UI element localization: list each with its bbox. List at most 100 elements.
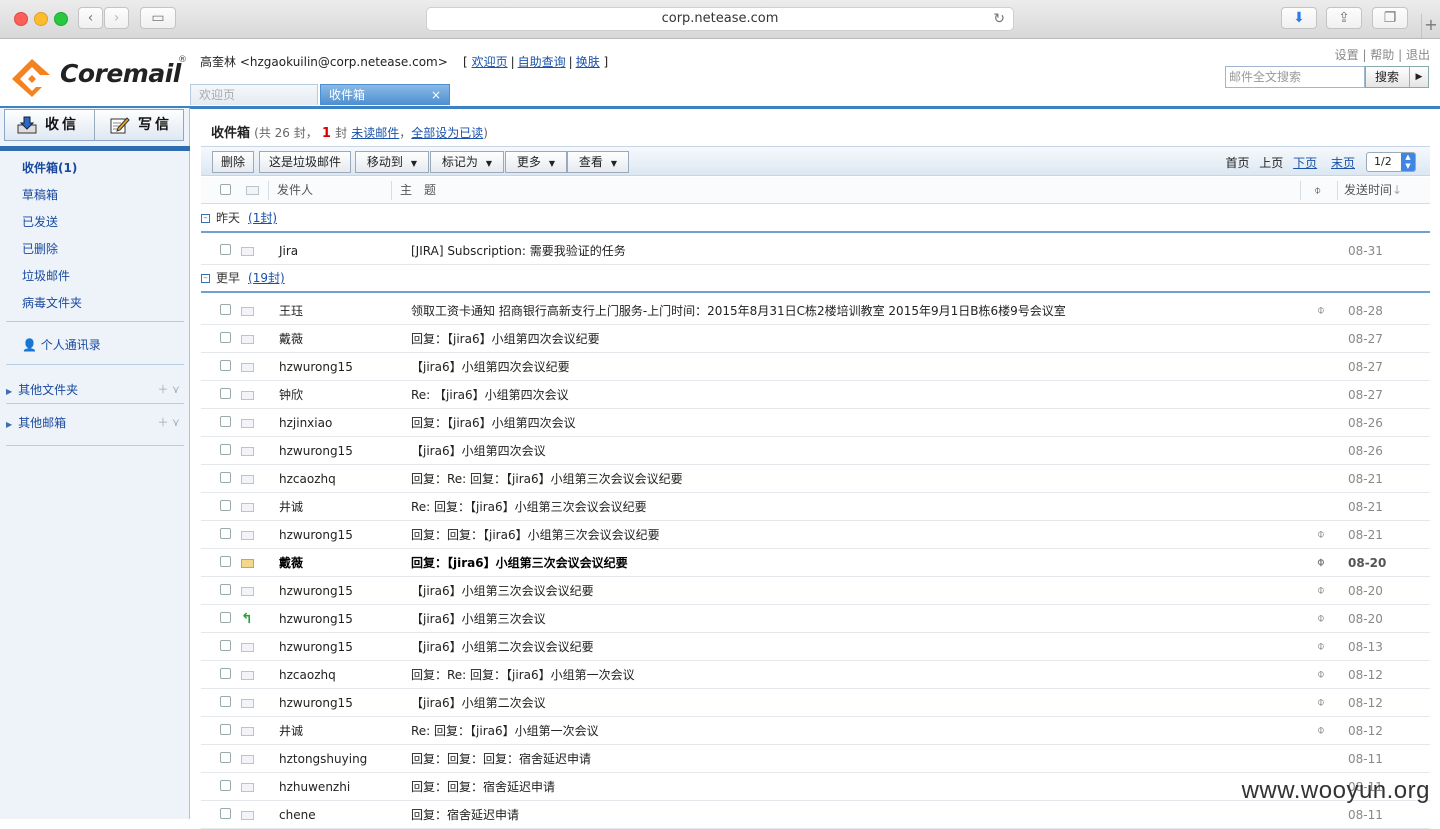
row-checkbox[interactable] <box>220 780 231 793</box>
page-select[interactable]: 1/2 ▲ ▼ <box>1366 152 1416 172</box>
status-column-icon[interactable] <box>246 177 259 203</box>
subject[interactable]: 【jira6】小组第二次会议 <box>411 689 546 717</box>
back-button[interactable]: ‹ <box>78 7 103 29</box>
group-header-earlier[interactable]: – 更早 (19封) <box>201 265 1430 293</box>
mail-row[interactable]: hzwurong15 【jira6】小组第二次会议 ⌽ 08-12 <box>201 689 1430 717</box>
row-checkbox[interactable] <box>220 612 231 625</box>
address-bar[interactable]: corp.netease.com ↻ <box>426 7 1014 31</box>
subject[interactable]: 【jira6】小组第三次会议会议纪要 <box>411 577 594 605</box>
row-checkbox[interactable] <box>220 360 231 373</box>
subject[interactable]: Re: 回复：【jira6】小组第一次会议 <box>411 717 599 745</box>
help-link[interactable]: 帮助 <box>1370 48 1394 62</box>
row-checkbox[interactable] <box>220 416 231 429</box>
subject[interactable]: 回复：【jira6】小组第四次会议纪要 <box>411 325 600 353</box>
tab-welcome[interactable]: 欢迎页 <box>190 84 318 105</box>
attachment-column-icon[interactable]: ⌽ <box>1314 177 1321 203</box>
date-column[interactable]: 发送时间↓ <box>1344 177 1402 203</box>
row-checkbox[interactable] <box>220 500 231 513</box>
collapse-icon[interactable]: – <box>201 214 210 223</box>
row-checkbox[interactable] <box>220 752 231 765</box>
subject[interactable]: [JIRA] Subscription: 需要我验证的任务 <box>411 237 626 265</box>
receive-button[interactable]: 收信 <box>5 110 95 140</box>
row-checkbox[interactable] <box>220 556 231 569</box>
mail-row[interactable]: 戴薇 回复：【jira6】小组第四次会议纪要 08-27 <box>201 325 1430 353</box>
mark-all-read-link[interactable]: 全部设为已读 <box>411 126 483 140</box>
settings-link[interactable]: 设置 <box>1335 48 1359 62</box>
sidebar-item-contacts[interactable]: 👤 个人通讯录 <box>22 336 101 353</box>
sidebar-group-other-folders[interactable]: ▶ 其他文件夹 ＋ ⋎ <box>6 381 184 398</box>
row-checkbox[interactable] <box>220 528 231 541</box>
tabs-overview-button[interactable]: ❐ <box>1372 7 1408 29</box>
row-checkbox[interactable] <box>220 304 231 317</box>
subject-column[interactable]: 主 题 <box>400 177 436 203</box>
subject[interactable]: 回复：回复：【jira6】小组第三次会议会议纪要 <box>411 521 660 549</box>
unread-mail-link[interactable]: 未读邮件 <box>351 126 399 140</box>
subject[interactable]: Re: 【jira6】小组第四次会议 <box>411 381 569 409</box>
sidebar-item-sent[interactable]: 已发送 <box>22 213 58 230</box>
sender-column[interactable]: 发件人 <box>277 177 313 203</box>
subject[interactable]: 回复：回复：宿舍延迟申请 <box>411 773 555 801</box>
mark-as-dropdown[interactable]: 标记为 ▼ <box>430 151 504 173</box>
close-icon[interactable]: × <box>431 85 441 105</box>
logout-link[interactable]: 退出 <box>1406 48 1430 62</box>
row-checkbox[interactable] <box>220 584 231 597</box>
mail-row[interactable]: hzwurong15 【jira6】小组第四次会议纪要 08-27 <box>201 353 1430 381</box>
welcome-link[interactable]: 欢迎页 <box>472 55 508 69</box>
subject[interactable]: 回复：宿舍延迟申请 <box>411 801 519 829</box>
mail-row[interactable]: 钟欣 Re: 【jira6】小组第四次会议 08-27 <box>201 381 1430 409</box>
select-all-checkbox[interactable] <box>220 184 231 197</box>
row-checkbox[interactable] <box>220 640 231 653</box>
sidebar-item-virus[interactable]: 病毒文件夹 <box>22 294 82 311</box>
mail-row[interactable]: hzcaozhq 回复：Re: 回复：【jira6】小组第一次会议 ⌽ 08-12 <box>201 661 1430 689</box>
mail-row[interactable]: hzwurong15 【jira6】小组第二次会议会议纪要 ⌽ 08-13 <box>201 633 1430 661</box>
mail-row[interactable]: 井诚 Re: 回复：【jira6】小组第三次会议会议纪要 08-21 <box>201 493 1430 521</box>
mail-row[interactable]: 王珏 领取工资卡通知 招商银行高新支行上门服务-上门时间：2015年8月31日C栋… <box>201 297 1430 325</box>
mail-row[interactable]: 戴薇 回复：【jira6】小组第三次会议会议纪要 ⌽ 08-20 <box>201 549 1430 577</box>
mail-row[interactable]: hzwurong15 回复：回复：【jira6】小组第三次会议会议纪要 ⌽ 08-21 <box>201 521 1430 549</box>
forward-button[interactable]: › <box>104 7 129 29</box>
subject[interactable]: 回复：回复：回复：宿舍延迟申请 <box>411 745 591 773</box>
row-checkbox[interactable] <box>220 472 231 485</box>
subject[interactable]: Re: 回复：【jira6】小组第三次会议会议纪要 <box>411 493 647 521</box>
mail-row[interactable]: chene 回复：宿舍延迟申请 08-11 <box>201 801 1430 829</box>
row-checkbox[interactable] <box>220 332 231 345</box>
subject[interactable]: 【jira6】小组第四次会议纪要 <box>411 353 570 381</box>
mail-row[interactable]: hzcaozhq 回复：Re: 回复：【jira6】小组第三次会议会议纪要 08-2… <box>201 465 1430 493</box>
minimize-window-button[interactable] <box>34 12 48 26</box>
tab-inbox[interactable]: 收件箱 × <box>320 84 450 105</box>
row-checkbox[interactable] <box>220 388 231 401</box>
row-checkbox[interactable] <box>220 244 231 257</box>
subject[interactable]: 回复：【jira6】小组第三次会议会议纪要 <box>411 549 628 577</box>
subject[interactable]: 【jira6】小组第三次会议 <box>411 605 546 633</box>
subject[interactable]: 【jira6】小组第四次会议 <box>411 437 546 465</box>
mail-row[interactable]: Jira [JIRA] Subscription: 需要我验证的任务 08-31 <box>201 237 1430 265</box>
close-window-button[interactable] <box>14 12 28 26</box>
subject[interactable]: 回复：Re: 回复：【jira6】小组第一次会议 <box>411 661 635 689</box>
downloads-button[interactable]: ⬇ <box>1281 7 1317 29</box>
view-dropdown[interactable]: 查看 ▼ <box>567 151 629 173</box>
add-mailbox-icon[interactable]: ＋ ⋎ <box>157 414 180 430</box>
sidebar-item-drafts[interactable]: 草稿箱 <box>22 186 58 203</box>
compose-button[interactable]: 写信 <box>96 110 184 140</box>
next-page-link[interactable]: 下页 <box>1293 156 1317 170</box>
sidebar-item-inbox[interactable]: 收件箱(1) <box>22 159 77 176</box>
row-checkbox[interactable] <box>220 724 231 737</box>
sidebar-toggle-button[interactable]: ▭ <box>140 7 176 29</box>
move-to-dropdown[interactable]: 移动到 ▼ <box>355 151 429 173</box>
more-dropdown[interactable]: 更多 ▼ <box>505 151 567 173</box>
skin-link[interactable]: 换肤 <box>576 55 600 69</box>
group-count-link[interactable]: (1封) <box>248 211 277 225</box>
last-page-link[interactable]: 末页 <box>1331 156 1355 170</box>
row-checkbox[interactable] <box>220 808 231 821</box>
row-checkbox[interactable] <box>220 444 231 457</box>
mail-row[interactable]: hzwurong15 【jira6】小组第四次会议 08-26 <box>201 437 1430 465</box>
reload-icon[interactable]: ↻ <box>993 8 1005 30</box>
subject[interactable]: 【jira6】小组第二次会议会议纪要 <box>411 633 594 661</box>
row-checkbox[interactable] <box>220 696 231 709</box>
mail-row[interactable]: 井诚 Re: 回复：【jira6】小组第一次会议 ⌽ 08-12 <box>201 717 1430 745</box>
mail-row[interactable]: hzwurong15 【jira6】小组第三次会议会议纪要 ⌽ 08-20 <box>201 577 1430 605</box>
group-count-link[interactable]: (19封) <box>248 271 285 285</box>
sidebar-item-spam[interactable]: 垃圾邮件 <box>22 267 70 284</box>
sidebar-group-other-mailboxes[interactable]: ▶ 其他邮箱 ＋ ⋎ <box>6 414 184 431</box>
group-header-yesterday[interactable]: – 昨天 (1封) <box>201 205 1430 233</box>
